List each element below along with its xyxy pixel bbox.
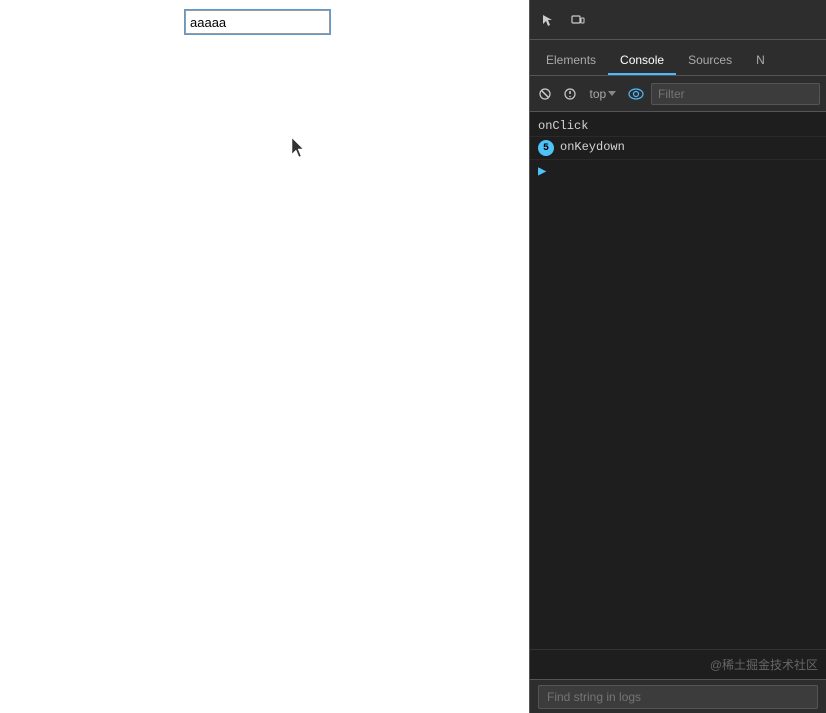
find-string-input[interactable] bbox=[538, 685, 818, 709]
log-text-keydown: onKeydown bbox=[560, 140, 625, 154]
find-string-bar bbox=[530, 679, 826, 713]
browser-content-area bbox=[0, 0, 530, 713]
tab-console[interactable]: Console bbox=[608, 47, 676, 75]
page-text-input[interactable] bbox=[185, 10, 330, 34]
log-entry-keydown[interactable]: 5 onKeydown bbox=[530, 137, 826, 160]
prompt-arrow-icon: ▶ bbox=[538, 163, 546, 180]
keydown-count-badge: 5 bbox=[538, 140, 554, 156]
context-selector[interactable]: top bbox=[586, 85, 621, 103]
log-text-onclick: onClick bbox=[538, 119, 588, 133]
tab-sources[interactable]: Sources bbox=[676, 47, 744, 75]
tab-network[interactable]: N bbox=[744, 47, 777, 75]
log-entry-onclick[interactable]: onClick bbox=[530, 116, 826, 137]
pause-on-exceptions-button[interactable] bbox=[561, 83, 580, 105]
inspect-element-button[interactable] bbox=[534, 6, 562, 34]
live-expression-button[interactable] bbox=[626, 83, 645, 105]
console-log-area: onClick 5 onKeydown ▶ bbox=[530, 112, 826, 649]
mouse-cursor bbox=[292, 138, 306, 163]
context-label: top bbox=[590, 87, 607, 101]
devtools-topbar bbox=[530, 0, 826, 40]
watermark-label: @稀土掘金技术社区 bbox=[710, 658, 818, 672]
watermark-text: @稀土掘金技术社区 bbox=[530, 649, 826, 679]
console-prompt-line: ▶ bbox=[530, 160, 826, 183]
console-filter-input[interactable] bbox=[651, 83, 820, 105]
devtools-panel: Elements Console Sources N top bbox=[530, 0, 826, 713]
devtools-tabs: Elements Console Sources N bbox=[530, 40, 826, 76]
clear-console-button[interactable] bbox=[536, 83, 555, 105]
device-toggle-button[interactable] bbox=[564, 6, 592, 34]
tab-elements[interactable]: Elements bbox=[534, 47, 608, 75]
console-toolbar: top bbox=[530, 76, 826, 112]
